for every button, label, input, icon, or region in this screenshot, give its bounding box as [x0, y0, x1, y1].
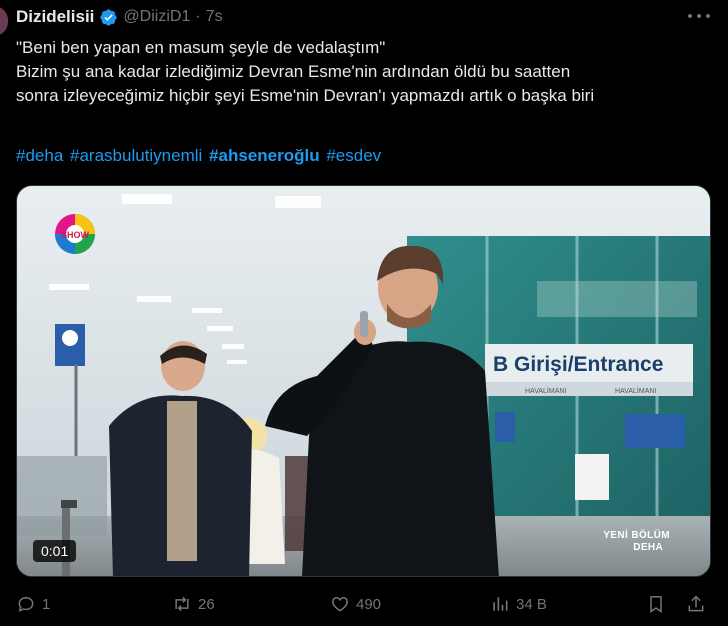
verified-badge-icon [100, 8, 118, 26]
sign-sub-right: HAVALİMANI [615, 386, 656, 395]
tweet-text-line: "Beni ben yapan en masum şeyle de vedala… [16, 38, 386, 57]
watermark-line: DEHA [633, 542, 664, 553]
entrance-sign: B Girişi/Entrance [493, 353, 663, 376]
sign-sub-left: HAVALİMANI [525, 386, 566, 395]
bookmark-button[interactable] [646, 594, 666, 614]
bookmark-icon [650, 596, 662, 613]
reply-icon [18, 596, 34, 612]
video-frame: B Girişi/Entrance HAVALİMANI HAVALİMANI [17, 186, 710, 576]
views-count: 34 B [516, 595, 547, 613]
more-icon[interactable] [688, 6, 710, 26]
channel-logo: SHOW [55, 214, 95, 254]
share-button[interactable] [686, 594, 706, 614]
action-bar: 1 26 490 34 B [16, 594, 712, 620]
like-button[interactable]: 490 [330, 594, 381, 614]
hashtags: #deha #arasbulutiynemli #ahseneroğlu #es… [16, 144, 383, 168]
episode-watermark: YENİ BÖLÜM DEHA [603, 530, 670, 554]
views-icon [493, 597, 508, 611]
share-icon [688, 595, 704, 612]
reply-count: 1 [42, 595, 51, 613]
tweet-text-line: Bizim şu ana kadar izlediğimiz Devran Es… [16, 62, 571, 81]
video-player[interactable]: B Girişi/Entrance HAVALİMANI HAVALİMANI [16, 185, 711, 577]
tweet-text-line: sonra izleyeceğimiz hiçbir şeyi Esme'nin… [16, 86, 595, 105]
video-timer: 0:01 [33, 540, 77, 562]
repost-icon [175, 596, 189, 612]
user-handle[interactable]: @DiiziD1 [123, 8, 190, 26]
hashtag-link[interactable]: #esdev [326, 146, 381, 165]
reply-button[interactable]: 1 [16, 594, 50, 614]
tweet-header: Dizidelisii @DiiziD1 · 7s [16, 4, 223, 30]
like-icon [332, 596, 348, 612]
display-name[interactable]: Dizidelisii [16, 7, 94, 27]
repost-count: 26 [198, 595, 215, 613]
avatar[interactable] [0, 6, 8, 36]
like-count: 490 [356, 595, 382, 613]
hashtag-link[interactable]: #ahseneroğlu [209, 146, 320, 165]
repost-button[interactable]: 26 [172, 594, 215, 614]
separator-dot: · [195, 8, 201, 25]
tweet-text: "Beni ben yapan en masum şeyle de vedala… [16, 36, 716, 108]
watermark-line: YENİ BÖLÜM [603, 530, 670, 541]
hashtag-link[interactable]: #arasbulutiynemli [70, 146, 202, 165]
hashtag-link[interactable]: #deha [16, 146, 63, 165]
channel-logo-text: SHOW [61, 230, 90, 240]
timestamp[interactable]: 7s [206, 8, 223, 26]
views-button[interactable]: 34 B [490, 594, 547, 614]
